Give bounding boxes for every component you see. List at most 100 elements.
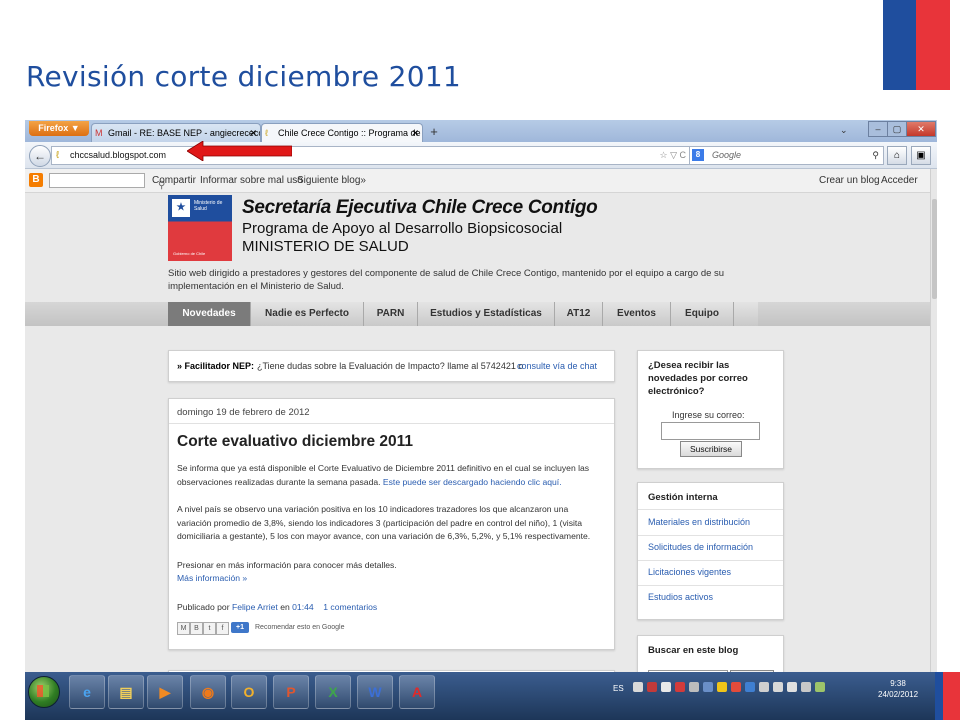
blog-nav-tabs: Novedades Nadie es Perfecto PARN Estudio… <box>168 302 758 326</box>
clock-time: 9:38 <box>890 679 906 688</box>
reload-icon[interactable]: ☆ ▽ C <box>660 147 687 164</box>
blog-subtitle: Programa de Apoyo al Desarrollo Biopsico… <box>242 220 563 237</box>
scrollbar-thumb[interactable] <box>932 199 937 299</box>
chevron-down-icon[interactable]: ⌄ <box>840 125 848 136</box>
next-blog-link[interactable]: Siguiente blog» <box>297 169 366 192</box>
browser-screenshot: Firefox ▼ M Gmail - RE: BASE NEP - angie… <box>25 120 937 720</box>
tray-icon[interactable] <box>717 682 727 692</box>
tab-novedades[interactable]: Novedades <box>168 302 251 326</box>
blog-favicon: ℓ <box>265 128 268 138</box>
url-text: chccsalud.blogspot.com <box>70 150 167 160</box>
divider <box>638 535 783 536</box>
start-button[interactable] <box>28 676 60 708</box>
comments-link[interactable]: 1 comentarios <box>323 602 377 612</box>
tray-icon[interactable] <box>633 682 643 692</box>
email-share-icon[interactable]: M <box>177 622 190 635</box>
tray-icon[interactable] <box>661 682 671 692</box>
sign-in-link[interactable]: Acceder <box>881 169 918 192</box>
explorer-icon[interactable]: ▤ <box>108 675 144 709</box>
url-bar[interactable]: ℓ chccsalud.blogspot.com ☆ ▽ C <box>51 146 691 165</box>
powerpoint-icon[interactable]: P <box>273 675 309 709</box>
minimize-button[interactable]: – <box>868 121 888 137</box>
close-icon[interactable]: ✕ <box>249 124 257 142</box>
share-link[interactable]: Compartir <box>152 169 196 192</box>
search-icon[interactable]: ⚲ <box>872 147 879 164</box>
create-blog-link[interactable]: Crear un blog <box>819 169 880 192</box>
report-abuse-link[interactable]: Informar sobre mal uso <box>200 169 303 192</box>
system-clock[interactable]: 9:38 24/02/2012 <box>878 678 918 700</box>
tab-at12[interactable]: AT12 <box>555 302 603 326</box>
media-player-icon[interactable]: ▶ <box>147 675 183 709</box>
blog-title[interactable]: Secretaría Ejecutiva Chile Crece Contigo <box>242 197 598 219</box>
tray-icon[interactable] <box>745 682 755 692</box>
tray-icon[interactable] <box>647 682 657 692</box>
google-icon[interactable]: 8 <box>692 149 704 161</box>
tray-icon[interactable] <box>731 682 741 692</box>
more-info-link[interactable]: Más información » <box>177 572 602 586</box>
addon-button[interactable]: ▣ <box>911 146 931 165</box>
plus-one-button[interactable]: +1 <box>231 622 249 633</box>
gestion-title: Gestión interna <box>648 492 718 503</box>
chat-link[interactable]: consulte vía de chat <box>517 351 597 381</box>
close-icon[interactable]: ✕ <box>411 124 419 142</box>
tab-nadie-es-perfecto[interactable]: Nadie es Perfecto <box>251 302 364 326</box>
subscribe-button[interactable]: Suscribirse <box>680 441 742 457</box>
tray-icon[interactable] <box>703 682 713 692</box>
acrobat-icon[interactable]: A <box>399 675 435 709</box>
email-field[interactable] <box>661 422 760 440</box>
firefox-icon[interactable]: ◉ <box>190 675 226 709</box>
vertical-scrollbar[interactable] <box>930 169 937 720</box>
home-button[interactable]: ⌂ <box>887 146 907 165</box>
tab-equipo[interactable]: Equipo <box>671 302 734 326</box>
logo-ministry-text: Ministerio de Salud <box>194 200 223 212</box>
tab-label: Chile Crece Contigo :: Programa de A... <box>278 128 423 138</box>
blog-post: domingo 19 de febrero de 2012 Corte eval… <box>168 398 615 650</box>
slide-flag-red <box>916 0 950 90</box>
facilitator-prefix: » Facilitador NEP: <box>177 361 255 371</box>
word-icon[interactable]: W <box>357 675 393 709</box>
time-link[interactable]: 01:44 <box>292 602 314 612</box>
tab-estudios[interactable]: Estudios y Estadísticas <box>418 302 555 326</box>
tray-icon[interactable] <box>759 682 769 692</box>
windows-taskbar: e ▤ ▶ ◉ O P X W A ES 9:38 24/02/2012 <box>25 672 935 720</box>
blogger-logo[interactable]: B <box>29 173 43 187</box>
firefox-menu-button[interactable]: Firefox ▼ <box>29 121 89 136</box>
close-window-button[interactable]: ✕ <box>906 121 936 137</box>
link-estudios[interactable]: Estudios activos <box>648 592 713 602</box>
search-engine-box[interactable]: 8 Google ⚲ <box>689 146 884 165</box>
author-link[interactable]: Felipe Arriet <box>232 602 278 612</box>
tray-icon[interactable] <box>675 682 685 692</box>
flag-icon[interactable] <box>773 682 783 692</box>
chile-seal-icon: ★ <box>172 199 190 217</box>
language-indicator[interactable]: ES <box>613 684 624 693</box>
link-licitaciones[interactable]: Licitaciones vigentes <box>648 567 731 577</box>
blog-share-icon[interactable]: B <box>190 622 203 635</box>
tab-chile-crece[interactable]: ℓ Chile Crece Contigo :: Programa de A..… <box>261 123 423 142</box>
tab-parn[interactable]: PARN <box>364 302 418 326</box>
blogger-search-input[interactable]: ⚲ <box>49 173 165 191</box>
post-title[interactable]: Corte evaluativo diciembre 2011 <box>177 433 413 451</box>
excel-icon[interactable]: X <box>315 675 351 709</box>
blog-description: Sitio web dirigido a prestadores y gesto… <box>168 268 725 292</box>
tab-eventos[interactable]: Eventos <box>603 302 671 326</box>
download-link[interactable]: Este puede ser descargado haciendo clic … <box>383 477 562 487</box>
facilitator-box: » Facilitador NEP: ¿Tiene dudas sobre la… <box>168 350 615 382</box>
link-solicitudes[interactable]: Solicitudes de información <box>648 542 753 552</box>
tab-gmail[interactable]: M Gmail - RE: BASE NEP - angiecrececo...… <box>91 123 261 142</box>
tray-icon[interactable] <box>689 682 699 692</box>
subscribe-title: ¿Desea recibir las novedades por correo … <box>648 360 748 397</box>
network-icon[interactable] <box>787 682 797 692</box>
ie-icon[interactable]: e <box>69 675 105 709</box>
twitter-share-icon[interactable]: t <box>203 622 216 635</box>
new-tab-button[interactable]: + <box>426 124 442 140</box>
post-paragraph-1: Se informa que ya está disponible el Cor… <box>177 463 590 487</box>
volume-icon[interactable] <box>801 682 811 692</box>
search-placeholder: Google <box>712 150 742 160</box>
outlook-icon[interactable]: O <box>231 675 267 709</box>
facebook-share-icon[interactable]: f <box>216 622 229 635</box>
gestion-widget: Gestión interna Materiales en distribuci… <box>637 482 784 620</box>
tray-icon[interactable] <box>815 682 825 692</box>
link-materiales[interactable]: Materiales en distribución <box>648 517 750 527</box>
back-button[interactable]: ← <box>29 145 51 167</box>
maximize-button[interactable]: ▢ <box>887 121 907 137</box>
